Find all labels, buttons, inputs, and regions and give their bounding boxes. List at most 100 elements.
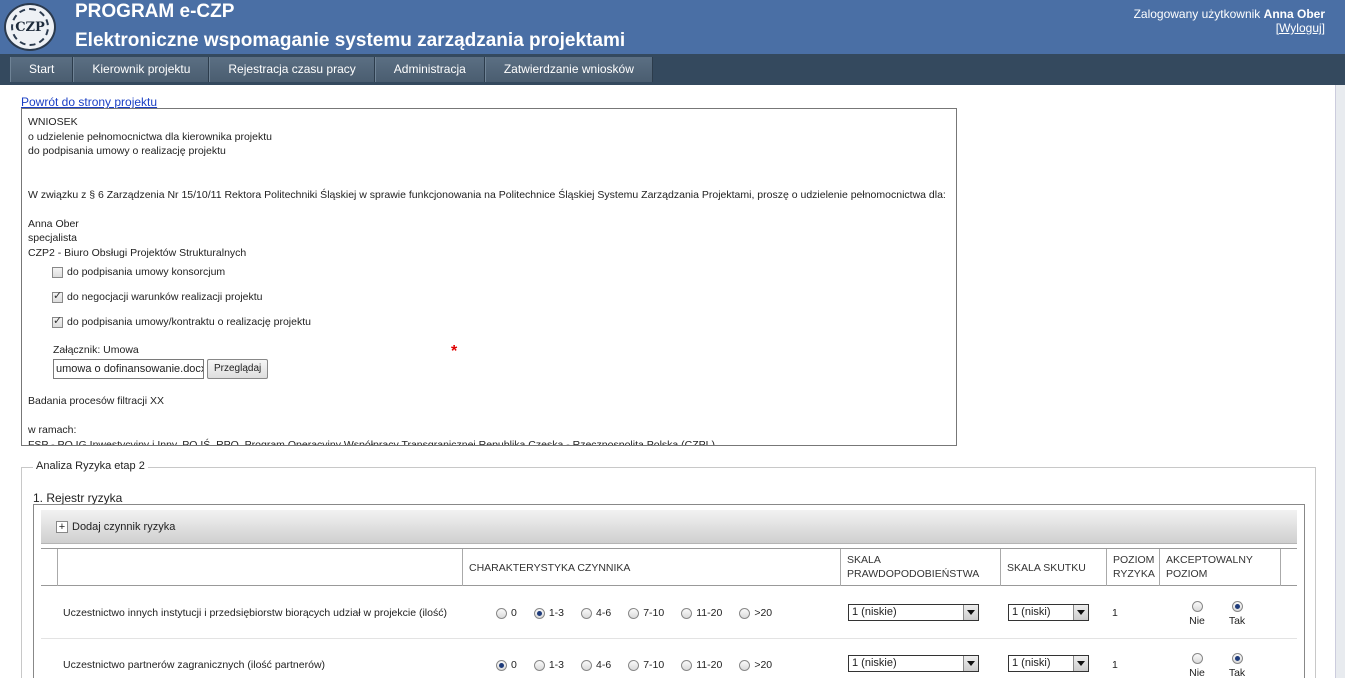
radio-button-selected[interactable] xyxy=(496,659,507,671)
radio-option-selected[interactable]: 1-3 xyxy=(533,607,564,619)
checkbox[interactable] xyxy=(52,267,63,278)
main-nav: Start Kierownik projektu Rejestracja cza… xyxy=(0,54,1345,85)
app-name: PROGRAM e-CZP xyxy=(75,1,235,22)
risk-factor-label: Uczestnictwo innych instytucji i przedsi… xyxy=(63,607,447,619)
radio-button[interactable] xyxy=(739,659,751,671)
option-negotiation[interactable]: do negocjacji warunków realizacji projek… xyxy=(52,285,950,310)
attachment-label: Załącznik: Umowa xyxy=(53,344,139,356)
person-position: specjalista xyxy=(28,232,78,244)
radio-option[interactable]: 4-6 xyxy=(581,607,611,619)
radio-option[interactable]: 7-10 xyxy=(628,659,664,671)
radio-button[interactable] xyxy=(581,607,593,619)
probability-select[interactable]: 1 (niskie) xyxy=(848,604,979,621)
radio-button-selected[interactable] xyxy=(1231,601,1243,612)
plus-icon[interactable]: + xyxy=(56,520,68,533)
radio-button[interactable] xyxy=(739,607,751,619)
user-info: Zalogowany użytkownik Anna Ober [Wyloguj… xyxy=(1134,7,1325,35)
accept-yes-option[interactable]: Tak xyxy=(1222,653,1252,678)
risk-level-value: 1 xyxy=(1112,607,1118,619)
radio-button[interactable] xyxy=(496,607,507,619)
risk-register-title: 1. Rejestr ryzyka xyxy=(33,491,123,505)
vertical-scrollbar[interactable] xyxy=(1335,85,1345,678)
risk-analysis-legend: Analiza Ryzyka etap 2 xyxy=(33,460,148,472)
radio-option[interactable]: >20 xyxy=(739,607,772,619)
radio-option[interactable]: 11-20 xyxy=(681,659,722,671)
request-intro: W związku z § 6 Zarządzenia Nr 15/10/11 … xyxy=(28,188,946,201)
characteristic-radio-group: 0 1-3 4-6 7-10 11-20 >20 xyxy=(496,587,789,639)
nav-item-administration[interactable]: Administracja xyxy=(374,57,485,82)
accept-yes-option[interactable]: Tak xyxy=(1222,601,1252,627)
header-spacer xyxy=(41,549,58,586)
accept-no-option[interactable]: Nie xyxy=(1182,601,1212,627)
radio-button[interactable] xyxy=(533,659,545,671)
chevron-down-icon[interactable] xyxy=(1073,656,1088,671)
project-name: Badania procesów filtracji XX xyxy=(28,395,164,407)
risk-factor-label: Uczestnictwo partnerów zagranicznych (il… xyxy=(63,659,326,671)
radio-option[interactable]: >20 xyxy=(739,659,772,671)
app-subtitle: Elektroniczne wspomaganie systemu zarząd… xyxy=(75,30,626,51)
required-marker: * xyxy=(451,343,458,360)
radio-option[interactable]: 0 xyxy=(496,607,517,619)
logo-text: CZP xyxy=(11,8,49,46)
chevron-down-icon[interactable] xyxy=(1073,605,1088,620)
chevron-down-icon[interactable] xyxy=(963,605,978,620)
within-label: w ramach: xyxy=(28,424,77,436)
nav-item-time-registration[interactable]: Rejestracja czasu pracy xyxy=(209,57,375,82)
accept-no-option[interactable]: Nie xyxy=(1182,653,1212,678)
radio-button[interactable] xyxy=(681,659,693,671)
option-label: do podpisania umowy/kontraktu o realizac… xyxy=(67,316,311,329)
radio-option-selected[interactable]: 0 xyxy=(496,659,517,671)
radio-button[interactable] xyxy=(628,659,640,671)
checkbox-checked[interactable] xyxy=(52,289,63,304)
radio-option[interactable]: 4-6 xyxy=(581,659,611,671)
nav-item-approve-requests[interactable]: Zatwierdzanie wniosków xyxy=(484,57,653,82)
request-title: WNIOSEK xyxy=(28,116,78,128)
risk-level-value: 1 xyxy=(1112,659,1118,671)
characteristic-radio-group: 0 1-3 4-6 7-10 11-20 >20 xyxy=(496,639,789,678)
browse-button[interactable]: Przeglądaj xyxy=(207,358,269,379)
option-label: do negocjacji warunków realizacji projek… xyxy=(67,291,263,304)
radio-button[interactable] xyxy=(581,659,593,671)
radio-button[interactable] xyxy=(1191,653,1203,664)
header-spacer xyxy=(1281,549,1297,586)
add-risk-factor-button[interactable]: Dodaj czynnik ryzyka xyxy=(72,521,175,533)
effect-select[interactable]: 1 (niski) xyxy=(1008,604,1089,621)
header-risk-level[interactable]: POZIOM RYZYKA xyxy=(1107,549,1160,586)
radio-button-selected[interactable] xyxy=(1231,653,1243,664)
radio-button[interactable] xyxy=(681,607,693,619)
option-consortium[interactable]: do podpisania umowy konsorcjum xyxy=(52,260,950,285)
radio-button-selected[interactable] xyxy=(533,607,545,619)
risk-grid: + Dodaj czynnik ryzyka CHARAKTERYSTYKA C… xyxy=(33,504,1305,678)
person-name: Anna Ober xyxy=(28,217,79,230)
nav-item-start[interactable]: Start xyxy=(10,57,74,82)
logout-link[interactable]: [Wyloguj] xyxy=(1276,21,1325,35)
back-to-project-link[interactable]: Powrót do strony projektu xyxy=(21,95,157,109)
probability-select[interactable]: 1 (niskie) xyxy=(848,655,979,672)
radio-button[interactable] xyxy=(1191,601,1203,612)
checkbox-checked[interactable] xyxy=(52,314,63,329)
czp-logo: CZP xyxy=(4,3,56,51)
header-probability[interactable]: SKALA PRAWDOPODOBIEŃSTWA xyxy=(841,549,1001,586)
request-panel: WNIOSEK o udzielenie pełnomocnictwa dla … xyxy=(21,108,957,446)
effect-select[interactable]: 1 (niski) xyxy=(1008,655,1089,672)
radio-option[interactable]: 1-3 xyxy=(533,659,564,671)
radio-option[interactable]: 7-10 xyxy=(628,607,664,619)
header-effect[interactable]: SKALA SKUTKU xyxy=(1001,549,1107,586)
program-name: FSP - PO IG Inwestycyjny i Inny, PO IŚ, … xyxy=(28,438,716,446)
radio-option[interactable]: 11-20 xyxy=(681,607,722,619)
option-contract[interactable]: do podpisania umowy/kontraktu o realizac… xyxy=(52,310,950,335)
nav-item-project-manager[interactable]: Kierownik projektu xyxy=(73,57,210,82)
risk-row: Uczestnictwo innych instytucji i przedsi… xyxy=(41,587,1297,639)
user-prefix: Zalogowany użytkownik xyxy=(1133,7,1261,21)
header-characteristic[interactable]: CHARAKTERYSTYKA CZYNNIKA xyxy=(463,549,841,586)
user-name: Anna Ober xyxy=(1263,7,1325,21)
chevron-down-icon[interactable] xyxy=(963,656,978,671)
radio-button[interactable] xyxy=(628,607,640,619)
header-acceptable-level[interactable]: AKCEPTOWALNY POZIOM xyxy=(1160,549,1281,586)
grid-toolbar: + Dodaj czynnik ryzyka xyxy=(41,510,1297,544)
request-title-line: do podpisania umowy o realizację projekt… xyxy=(28,145,226,157)
attachment-file-input[interactable]: umowa o dofinansowanie.docx xyxy=(53,358,204,379)
grid-header: CHARAKTERYSTYKA CZYNNIKA SKALA PRAWDOPOD… xyxy=(41,548,1297,586)
request-title-line: o udzielenie pełnomocnictwa dla kierowni… xyxy=(28,130,272,143)
risk-row: Uczestnictwo partnerów zagranicznych (il… xyxy=(41,639,1297,678)
